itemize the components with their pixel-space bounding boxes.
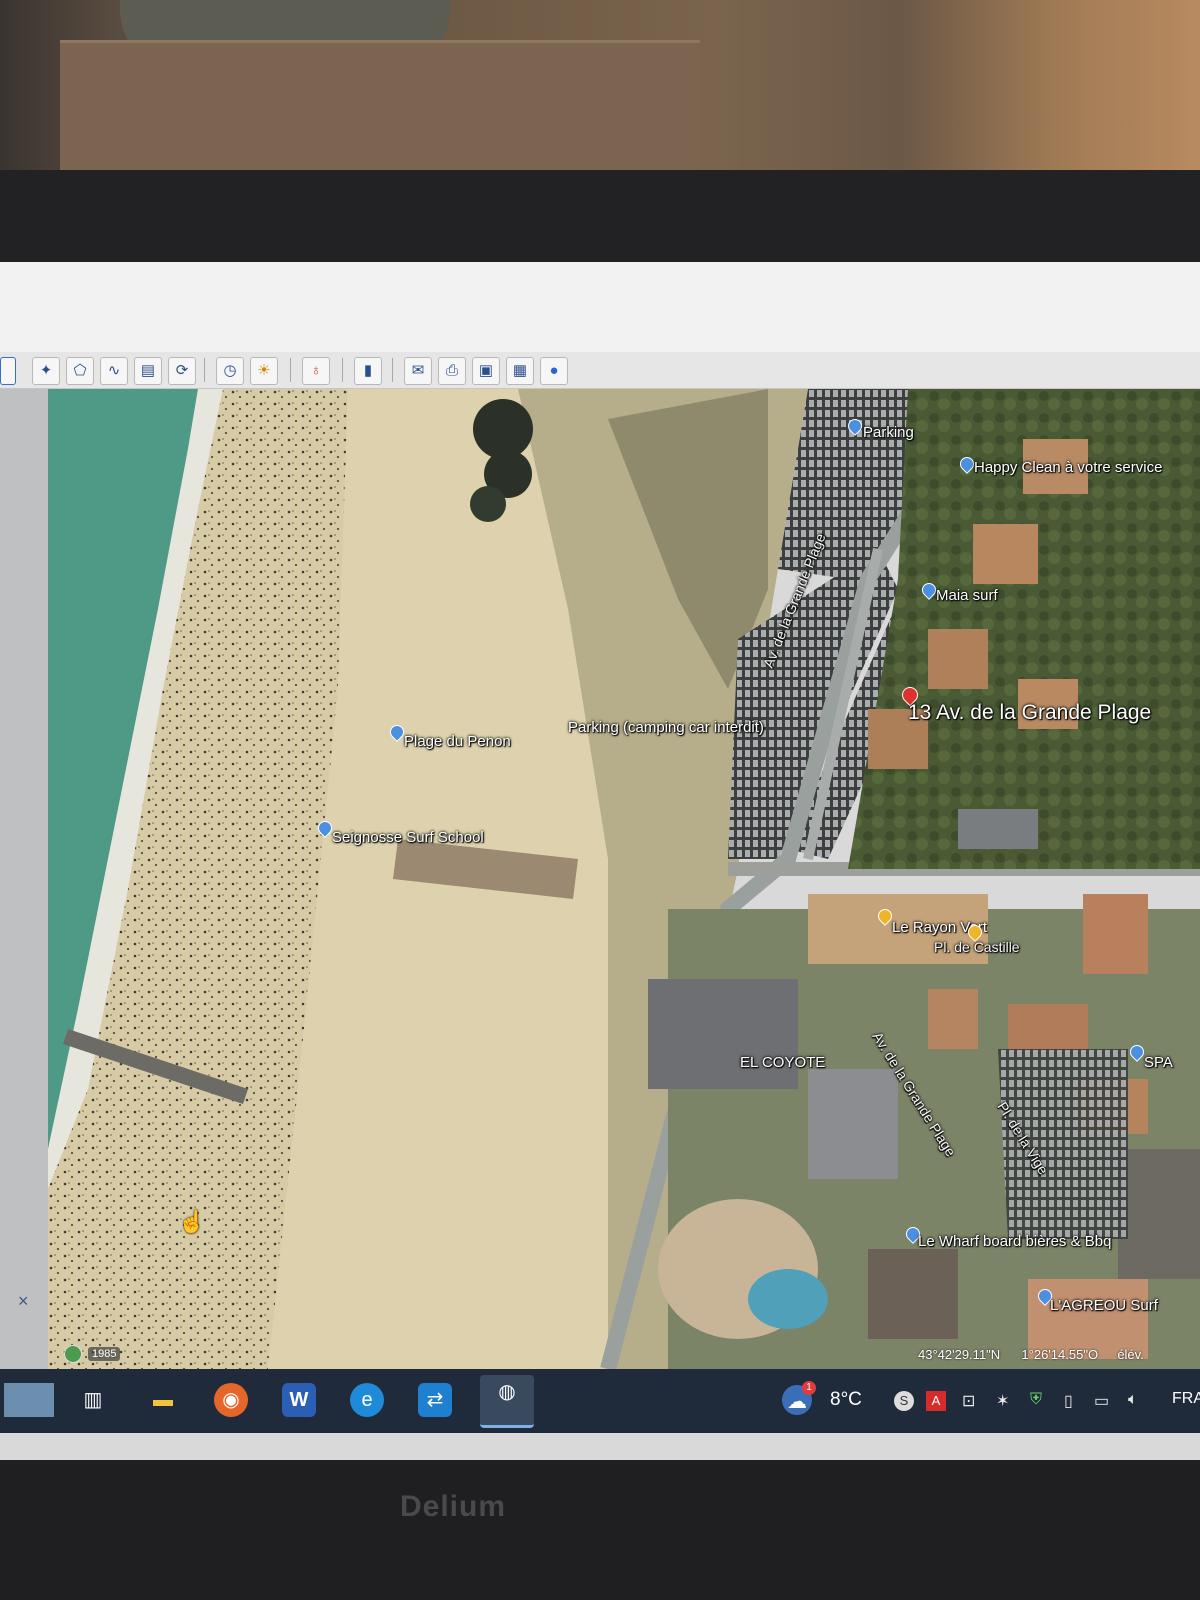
imagery-year: 1985 [88, 1347, 121, 1361]
sidebar-toggle-icon[interactable] [0, 357, 16, 385]
longitude: 1°26'14.55"O [1021, 1347, 1099, 1362]
elevation-label: élév. [1117, 1347, 1144, 1362]
label-happy-clean[interactable]: Happy Clean à votre service [974, 459, 1162, 476]
latitude: 43°42'29.11"N [918, 1347, 1001, 1362]
window-title-bar [0, 262, 1200, 353]
label-address[interactable]: 13 Av. de la Grande Plage [908, 701, 1151, 725]
file-explorer-icon[interactable]: ▬ [146, 1383, 180, 1417]
toolbar-separator [392, 358, 393, 382]
toolbar-separator [290, 358, 291, 382]
satellite-map-view[interactable]: Parking Happy Clean à votre service Maia… [48, 389, 1200, 1369]
map-view-icon[interactable]: ▦ [506, 357, 534, 385]
historical-imagery-icon[interactable] [64, 1345, 82, 1363]
earth-globe-icon[interactable]: ● [540, 357, 568, 385]
left-sidebar-panel[interactable]: × [0, 389, 49, 1369]
coordinates-readout: 43°42'29.11"N 1°26'14.55"O élév. [918, 1347, 1144, 1362]
label-parking[interactable]: Parking [863, 424, 914, 441]
teamviewer-icon[interactable]: ⇄ [418, 1383, 452, 1417]
word-icon[interactable]: W [282, 1383, 316, 1417]
label-parking-camping[interactable]: Parking (camping car interdit) [568, 719, 764, 736]
firefox-icon[interactable]: ◉ [214, 1383, 248, 1417]
historical-imagery-icon[interactable]: ◷ [216, 357, 244, 385]
google-earth-pro-icon[interactable]: ◍ [480, 1375, 534, 1428]
road-label: Pl. de Castille [934, 939, 1020, 955]
label-agreou-surf[interactable]: L'AGREOU Surf [1050, 1297, 1158, 1314]
toolbar-separator [204, 358, 205, 382]
label-plage-du-penon[interactable]: Plage du Penon [404, 733, 511, 750]
meet-now-icon[interactable]: ⊡ [962, 1391, 975, 1411]
task-view-icon[interactable]: ▥ [76, 1383, 110, 1417]
satellite-imagery [48, 389, 1200, 1369]
language-indicator[interactable]: FRA [1172, 1390, 1200, 1408]
tour-icon[interactable]: ⟳ [168, 357, 196, 385]
google-earth-toolbar: ✦ ⬠ ∿ ▤ ⟳ ◷ ☀ ♁ ▮ ✉ ⎙ ▣ ▦ ● [0, 352, 1200, 389]
widgets-icon[interactable] [4, 1383, 54, 1417]
weather-temperature[interactable]: 8°C [830, 1389, 862, 1411]
sunlight-icon[interactable]: ☀ [250, 357, 278, 385]
windows-taskbar: ▥ ▬ ◉ W e ⇄ ◍ ☁ 1 8°C S A ⊡ ✶ ⛨ ▯ ▭ 🔈︎ F… [0, 1369, 1200, 1433]
label-maia-surf[interactable]: Maia surf [936, 587, 998, 604]
weather-badge: 1 [802, 1381, 816, 1395]
monitor-bezel-bottom: Delium [0, 1460, 1200, 1600]
bluetooth-icon[interactable]: ✶ [996, 1391, 1009, 1411]
edge-icon[interactable]: e [350, 1383, 384, 1417]
planets-icon[interactable]: ♁ [302, 357, 330, 385]
label-spa[interactable]: SPA [1144, 1054, 1173, 1071]
acrobat-icon[interactable]: A [926, 1391, 946, 1411]
save-image-icon[interactable]: ▣ [472, 357, 500, 385]
hand-cursor-icon: ☝ [178, 1209, 206, 1234]
network-icon[interactable]: ▭ [1094, 1391, 1109, 1411]
close-icon[interactable]: × [18, 1291, 29, 1312]
email-icon[interactable]: ✉ [404, 357, 432, 385]
label-surf-school[interactable]: Seignosse Surf School [332, 829, 484, 846]
monitor-bezel-top [0, 170, 1200, 270]
volume-icon[interactable]: 🔈︎ [1128, 1391, 1138, 1409]
print-icon[interactable]: ⎙ [438, 357, 466, 385]
placemark-icon[interactable]: ✦ [32, 357, 60, 385]
polygon-icon[interactable]: ⬠ [66, 357, 94, 385]
monitor-brand-logo: Delium [400, 1490, 507, 1523]
label-el-coyote[interactable]: EL COYOTE [740, 1054, 825, 1071]
toolbar-separator [342, 358, 343, 382]
path-icon[interactable]: ∿ [100, 357, 128, 385]
label-le-wharf[interactable]: Le Wharf board bières & Bbq [918, 1233, 1111, 1250]
skype-icon[interactable]: S [894, 1391, 914, 1411]
ruler-icon[interactable]: ▮ [354, 357, 382, 385]
usb-icon[interactable]: ▯ [1064, 1391, 1073, 1411]
monitor-screen: ✦ ⬠ ∿ ▤ ⟳ ◷ ☀ ♁ ▮ ✉ ⎙ ▣ ▦ ● × Parking Ha… [0, 262, 1200, 1460]
security-shield-icon[interactable]: ⛨ [1030, 1391, 1042, 1409]
overlay-icon[interactable]: ▤ [134, 357, 162, 385]
